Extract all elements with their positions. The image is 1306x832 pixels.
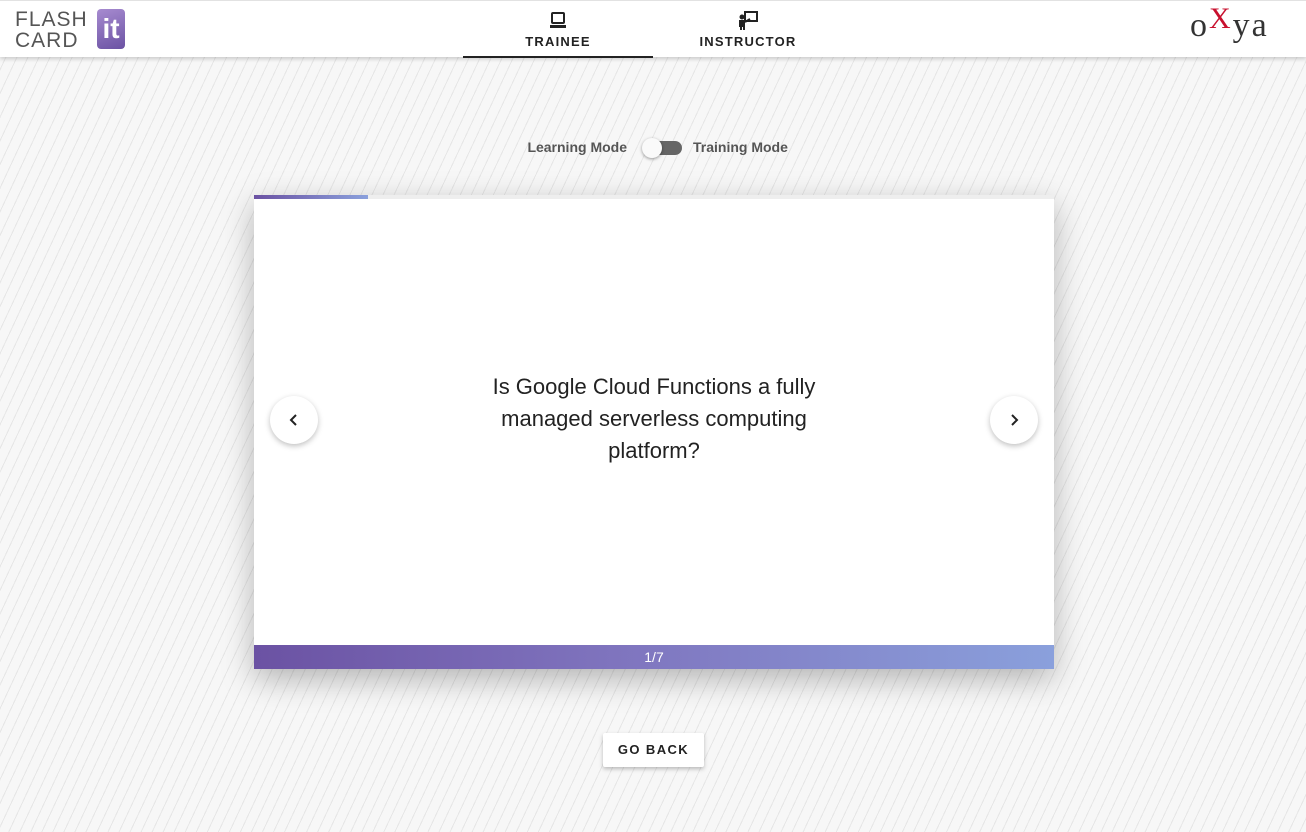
tab-trainee[interactable]: TRAINEE [463, 1, 653, 58]
training-mode-label: Training Mode [693, 139, 788, 155]
learning-mode-label: Learning Mode [527, 139, 627, 155]
mode-toggle-row: Learning Mode Training Mode [0, 137, 1306, 159]
card-progress-fill [254, 195, 369, 199]
oxya-logo: oXya [1190, 2, 1300, 47]
oxya-logo-x: X [1209, 2, 1233, 35]
tab-trainee-label: TRAINEE [525, 34, 591, 49]
next-card-button[interactable] [990, 396, 1038, 444]
mode-switch-thumb[interactable] [642, 138, 662, 158]
flashcard[interactable]: Is Google Cloud Functions a fully manage… [254, 195, 1054, 669]
tab-instructor[interactable]: INSTRUCTOR [653, 1, 843, 58]
presenter-icon [739, 11, 758, 30]
card-progress-track [254, 195, 1054, 199]
laptop-icon [550, 12, 566, 28]
mode-switch[interactable] [642, 138, 682, 158]
chevron-left-icon [289, 414, 297, 426]
card-question: Is Google Cloud Functions a fully manage… [492, 374, 816, 463]
previous-card-button[interactable] [270, 396, 318, 444]
tab-instructor-label: INSTRUCTOR [699, 34, 797, 49]
oxya-logo-o: o [1190, 7, 1209, 44]
top-app-bar: FLASH CARD it TRAINEE INSTRUCTOR oXya [0, 0, 1306, 58]
logo-text-card: CARD [15, 29, 79, 52]
logo-text-flash: FLASH [15, 8, 88, 31]
oxya-logo-ya: ya [1232, 7, 1269, 44]
logo-badge-it: it [97, 9, 125, 49]
chevron-right-icon [1011, 414, 1019, 426]
flashcard-it-logo: FLASH CARD it [15, 8, 127, 52]
go-back-button[interactable]: GO BACK [603, 733, 704, 767]
card-counter: 1/7 [254, 645, 1054, 669]
